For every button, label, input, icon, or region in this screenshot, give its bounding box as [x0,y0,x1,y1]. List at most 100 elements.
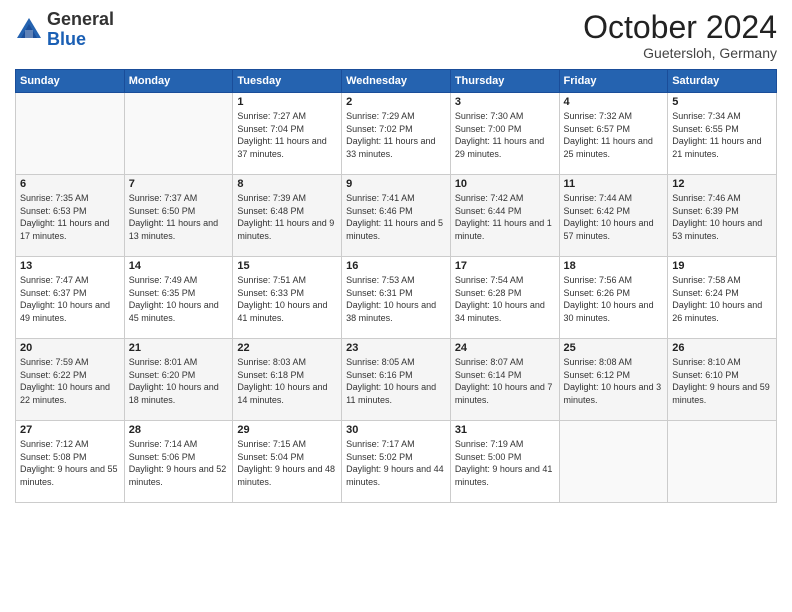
calendar-table: SundayMondayTuesdayWednesdayThursdayFrid… [15,69,777,503]
day-info: Sunrise: 7:42 AM Sunset: 6:44 PM Dayligh… [455,192,555,242]
weekday-header-monday: Monday [124,70,233,93]
week-row-2: 13 Sunrise: 7:47 AM Sunset: 6:37 PM Dayli… [16,257,777,339]
day-info: Sunrise: 7:30 AM Sunset: 7:00 PM Dayligh… [455,110,555,160]
day-info: Sunrise: 7:12 AM Sunset: 5:08 PM Dayligh… [20,438,120,488]
title-block: October 2024 Guetersloh, Germany [583,10,777,61]
day-info: Sunrise: 8:05 AM Sunset: 6:16 PM Dayligh… [346,356,446,406]
logo-general-text: General [47,9,114,29]
weekday-header-friday: Friday [559,70,668,93]
calendar-cell: 22 Sunrise: 8:03 AM Sunset: 6:18 PM Dayli… [233,339,342,421]
weekday-header-wednesday: Wednesday [342,70,451,93]
day-number: 2 [346,96,446,108]
day-info: Sunrise: 8:03 AM Sunset: 6:18 PM Dayligh… [237,356,337,406]
day-number: 3 [455,96,555,108]
day-number: 26 [672,342,772,354]
calendar-cell: 1 Sunrise: 7:27 AM Sunset: 7:04 PM Daylig… [233,93,342,175]
weekday-header-sunday: Sunday [16,70,125,93]
day-info: Sunrise: 7:56 AM Sunset: 6:26 PM Dayligh… [564,274,664,324]
calendar-cell: 21 Sunrise: 8:01 AM Sunset: 6:20 PM Dayli… [124,339,233,421]
calendar-cell: 25Sunrise: 8:08 AM Sunset: 6:12 PM Dayli… [559,339,668,421]
calendar-cell: 13 Sunrise: 7:47 AM Sunset: 6:37 PM Dayli… [16,257,125,339]
calendar-cell: 28Sunrise: 7:14 AM Sunset: 5:06 PM Dayli… [124,421,233,503]
day-info: Sunrise: 7:41 AM Sunset: 6:46 PM Dayligh… [346,192,446,242]
day-number: 22 [237,342,337,354]
calendar-cell: 23 Sunrise: 8:05 AM Sunset: 6:16 PM Dayli… [342,339,451,421]
calendar-cell: 30Sunrise: 7:17 AM Sunset: 5:02 PM Dayli… [342,421,451,503]
calendar-cell: 17 Sunrise: 7:54 AM Sunset: 6:28 PM Dayli… [450,257,559,339]
day-number: 19 [672,260,772,272]
calendar-cell [16,93,125,175]
month-title: October 2024 [583,10,777,45]
day-number: 6 [20,178,120,190]
day-number: 24 [455,342,555,354]
day-info: Sunrise: 7:44 AM Sunset: 6:42 PM Dayligh… [564,192,664,242]
calendar-cell: 14 Sunrise: 7:49 AM Sunset: 6:35 PM Dayli… [124,257,233,339]
day-info: Sunrise: 7:27 AM Sunset: 7:04 PM Dayligh… [237,110,337,160]
weekday-header-tuesday: Tuesday [233,70,342,93]
calendar-cell: 27 Sunrise: 7:12 AM Sunset: 5:08 PM Dayli… [16,421,125,503]
header: General Blue October 2024 Guetersloh, Ge… [15,10,777,61]
day-number: 11 [564,178,664,190]
day-info: Sunrise: 7:49 AM Sunset: 6:35 PM Dayligh… [129,274,229,324]
day-info: Sunrise: 8:08 AM Sunset: 6:12 PM Dayligh… [564,356,664,406]
weekday-header-saturday: Saturday [668,70,777,93]
calendar-cell [559,421,668,503]
weekday-header-row: SundayMondayTuesdayWednesdayThursdayFrid… [16,70,777,93]
day-number: 7 [129,178,229,190]
day-number: 12 [672,178,772,190]
day-info: Sunrise: 7:46 AM Sunset: 6:39 PM Dayligh… [672,192,772,242]
day-number: 21 [129,342,229,354]
logo-icon [15,16,43,44]
calendar-cell: 9 Sunrise: 7:41 AM Sunset: 6:46 PM Daylig… [342,175,451,257]
day-number: 20 [20,342,120,354]
page: General Blue October 2024 Guetersloh, Ge… [0,0,792,612]
logo: General Blue [15,10,114,50]
day-info: Sunrise: 7:17 AM Sunset: 5:02 PM Dayligh… [346,438,446,488]
day-number: 13 [20,260,120,272]
day-number: 8 [237,178,337,190]
day-info: Sunrise: 8:01 AM Sunset: 6:20 PM Dayligh… [129,356,229,406]
day-info: Sunrise: 7:47 AM Sunset: 6:37 PM Dayligh… [20,274,120,324]
day-info: Sunrise: 7:54 AM Sunset: 6:28 PM Dayligh… [455,274,555,324]
day-number: 31 [455,424,555,436]
day-number: 17 [455,260,555,272]
day-info: Sunrise: 7:32 AM Sunset: 6:57 PM Dayligh… [564,110,664,160]
day-number: 9 [346,178,446,190]
calendar-cell: 19 Sunrise: 7:58 AM Sunset: 6:24 PM Dayli… [668,257,777,339]
day-info: Sunrise: 7:29 AM Sunset: 7:02 PM Dayligh… [346,110,446,160]
day-info: Sunrise: 7:51 AM Sunset: 6:33 PM Dayligh… [237,274,337,324]
day-info: Sunrise: 7:59 AM Sunset: 6:22 PM Dayligh… [20,356,120,406]
logo-text: General Blue [47,10,114,50]
logo-blue-text: Blue [47,29,86,49]
day-info: Sunrise: 7:53 AM Sunset: 6:31 PM Dayligh… [346,274,446,324]
day-number: 27 [20,424,120,436]
calendar-cell: 29Sunrise: 7:15 AM Sunset: 5:04 PM Dayli… [233,421,342,503]
day-number: 5 [672,96,772,108]
calendar-cell: 2 Sunrise: 7:29 AM Sunset: 7:02 PM Daylig… [342,93,451,175]
weekday-header-thursday: Thursday [450,70,559,93]
calendar-cell: 7 Sunrise: 7:37 AM Sunset: 6:50 PM Daylig… [124,175,233,257]
day-number: 29 [237,424,337,436]
day-number: 1 [237,96,337,108]
calendar-cell: 24 Sunrise: 8:07 AM Sunset: 6:14 PM Dayli… [450,339,559,421]
day-number: 14 [129,260,229,272]
day-number: 28 [129,424,229,436]
calendar-cell: 10Sunrise: 7:42 AM Sunset: 6:44 PM Dayli… [450,175,559,257]
day-info: Sunrise: 7:39 AM Sunset: 6:48 PM Dayligh… [237,192,337,242]
calendar-cell: 20 Sunrise: 7:59 AM Sunset: 6:22 PM Dayli… [16,339,125,421]
day-number: 23 [346,342,446,354]
day-info: Sunrise: 8:07 AM Sunset: 6:14 PM Dayligh… [455,356,555,406]
day-info: Sunrise: 7:58 AM Sunset: 6:24 PM Dayligh… [672,274,772,324]
calendar-cell: 4Sunrise: 7:32 AM Sunset: 6:57 PM Daylig… [559,93,668,175]
subtitle: Guetersloh, Germany [583,45,777,61]
day-info: Sunrise: 8:10 AM Sunset: 6:10 PM Dayligh… [672,356,772,406]
day-number: 18 [564,260,664,272]
calendar-cell: 3 Sunrise: 7:30 AM Sunset: 7:00 PM Daylig… [450,93,559,175]
calendar-cell: 15Sunrise: 7:51 AM Sunset: 6:33 PM Dayli… [233,257,342,339]
calendar-cell: 11 Sunrise: 7:44 AM Sunset: 6:42 PM Dayli… [559,175,668,257]
calendar-cell: 31Sunrise: 7:19 AM Sunset: 5:00 PM Dayli… [450,421,559,503]
day-info: Sunrise: 7:37 AM Sunset: 6:50 PM Dayligh… [129,192,229,242]
calendar-cell [668,421,777,503]
day-info: Sunrise: 7:34 AM Sunset: 6:55 PM Dayligh… [672,110,772,160]
week-row-3: 20 Sunrise: 7:59 AM Sunset: 6:22 PM Dayli… [16,339,777,421]
